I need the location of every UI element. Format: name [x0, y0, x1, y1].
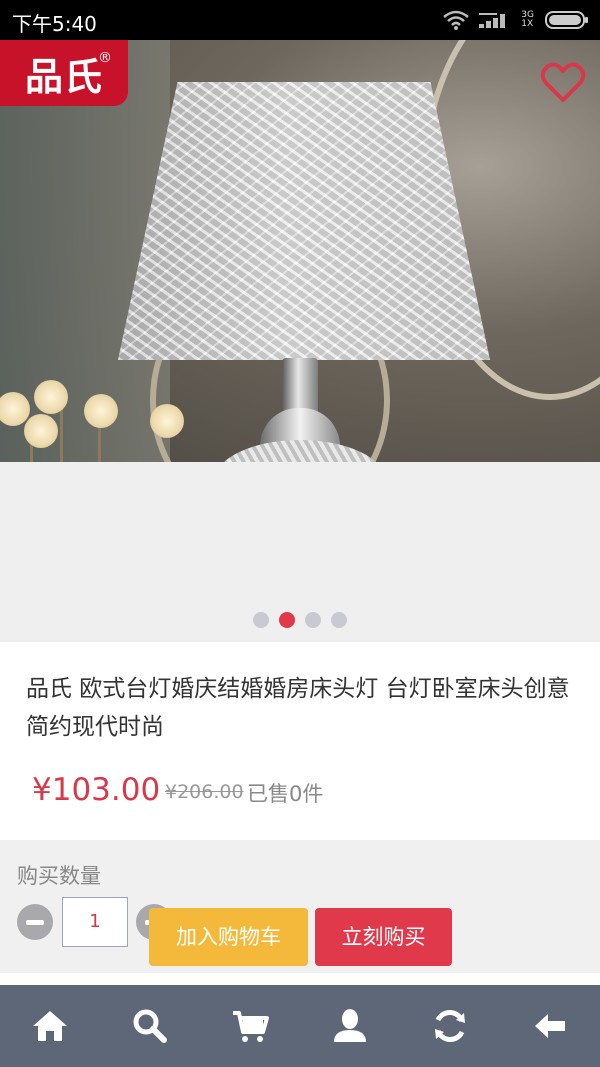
battery-icon — [545, 11, 588, 29]
carousel-dot[interactable] — [331, 612, 347, 628]
nav-cart[interactable] — [220, 996, 280, 1056]
carousel-indicator — [0, 612, 600, 628]
carousel-dot[interactable] — [253, 612, 269, 628]
user-icon — [334, 1009, 366, 1042]
sim-label: 1X — [521, 19, 534, 29]
carousel-dot[interactable] — [305, 612, 321, 628]
heart-icon — [540, 62, 586, 102]
status-time: 下午5:40 — [12, 12, 97, 36]
decor-flower — [84, 394, 118, 428]
signal-icon — [479, 13, 506, 28]
add-to-cart-button[interactable]: 加入购物车 — [149, 908, 308, 966]
section-divider — [0, 973, 600, 985]
lamp-shade — [118, 82, 490, 360]
purchase-section: 购买数量 1 加入购物车 立刻购买 — [0, 840, 600, 973]
nav-search[interactable] — [120, 996, 180, 1056]
nav-back[interactable] — [520, 996, 580, 1056]
home-icon — [33, 1011, 67, 1041]
minus-icon — [26, 919, 44, 925]
decrease-quantity-button[interactable] — [17, 904, 53, 940]
bottom-navigation — [0, 985, 600, 1067]
registered-mark: ® — [98, 50, 112, 66]
wifi-icon — [443, 10, 470, 30]
quantity-label: 购买数量 — [17, 864, 101, 888]
buy-now-button[interactable]: 立刻购买 — [315, 908, 452, 966]
nav-user[interactable] — [320, 996, 380, 1056]
product-info: 品氏 欧式台灯婚庆结婚婚房床头灯 台灯卧室床头创意简约现代时尚 ¥103.00 … — [0, 642, 600, 840]
status-bar: 下午5:40 3G 1X — [0, 0, 600, 40]
quantity-input[interactable]: 1 — [62, 897, 128, 947]
favorite-button[interactable] — [540, 60, 586, 106]
network-type: 3G 1X — [521, 11, 534, 29]
brand-logo-text: 品氏 — [24, 54, 103, 99]
original-price: ¥206.00 — [165, 781, 244, 803]
back-arrow-icon — [535, 1014, 565, 1038]
status-icons: 3G 1X — [443, 8, 590, 32]
nav-refresh[interactable] — [420, 996, 480, 1056]
decor-flower — [34, 380, 68, 414]
decor-flower — [24, 414, 58, 448]
decor-flower — [150, 404, 184, 438]
carousel-dot-active[interactable] — [279, 612, 295, 628]
product-detail-page: 下午5:40 3G 1X 品氏 ® 品氏 欧式台灯婚庆结婚婚房床头灯 台灯卧室床… — [0, 0, 600, 1067]
product-title: 品氏 欧式台灯婚庆结婚婚房床头灯 台灯卧室床头创意简约现代时尚 — [26, 676, 570, 740]
cart-icon — [233, 1011, 269, 1042]
refresh-icon — [435, 1010, 465, 1042]
sold-count: 已售0件 — [247, 782, 324, 806]
product-price: ¥103.00 — [32, 772, 161, 808]
brand-logo: 品氏 ® — [0, 40, 128, 106]
nav-home[interactable] — [20, 996, 80, 1056]
search-icon — [133, 1009, 167, 1043]
